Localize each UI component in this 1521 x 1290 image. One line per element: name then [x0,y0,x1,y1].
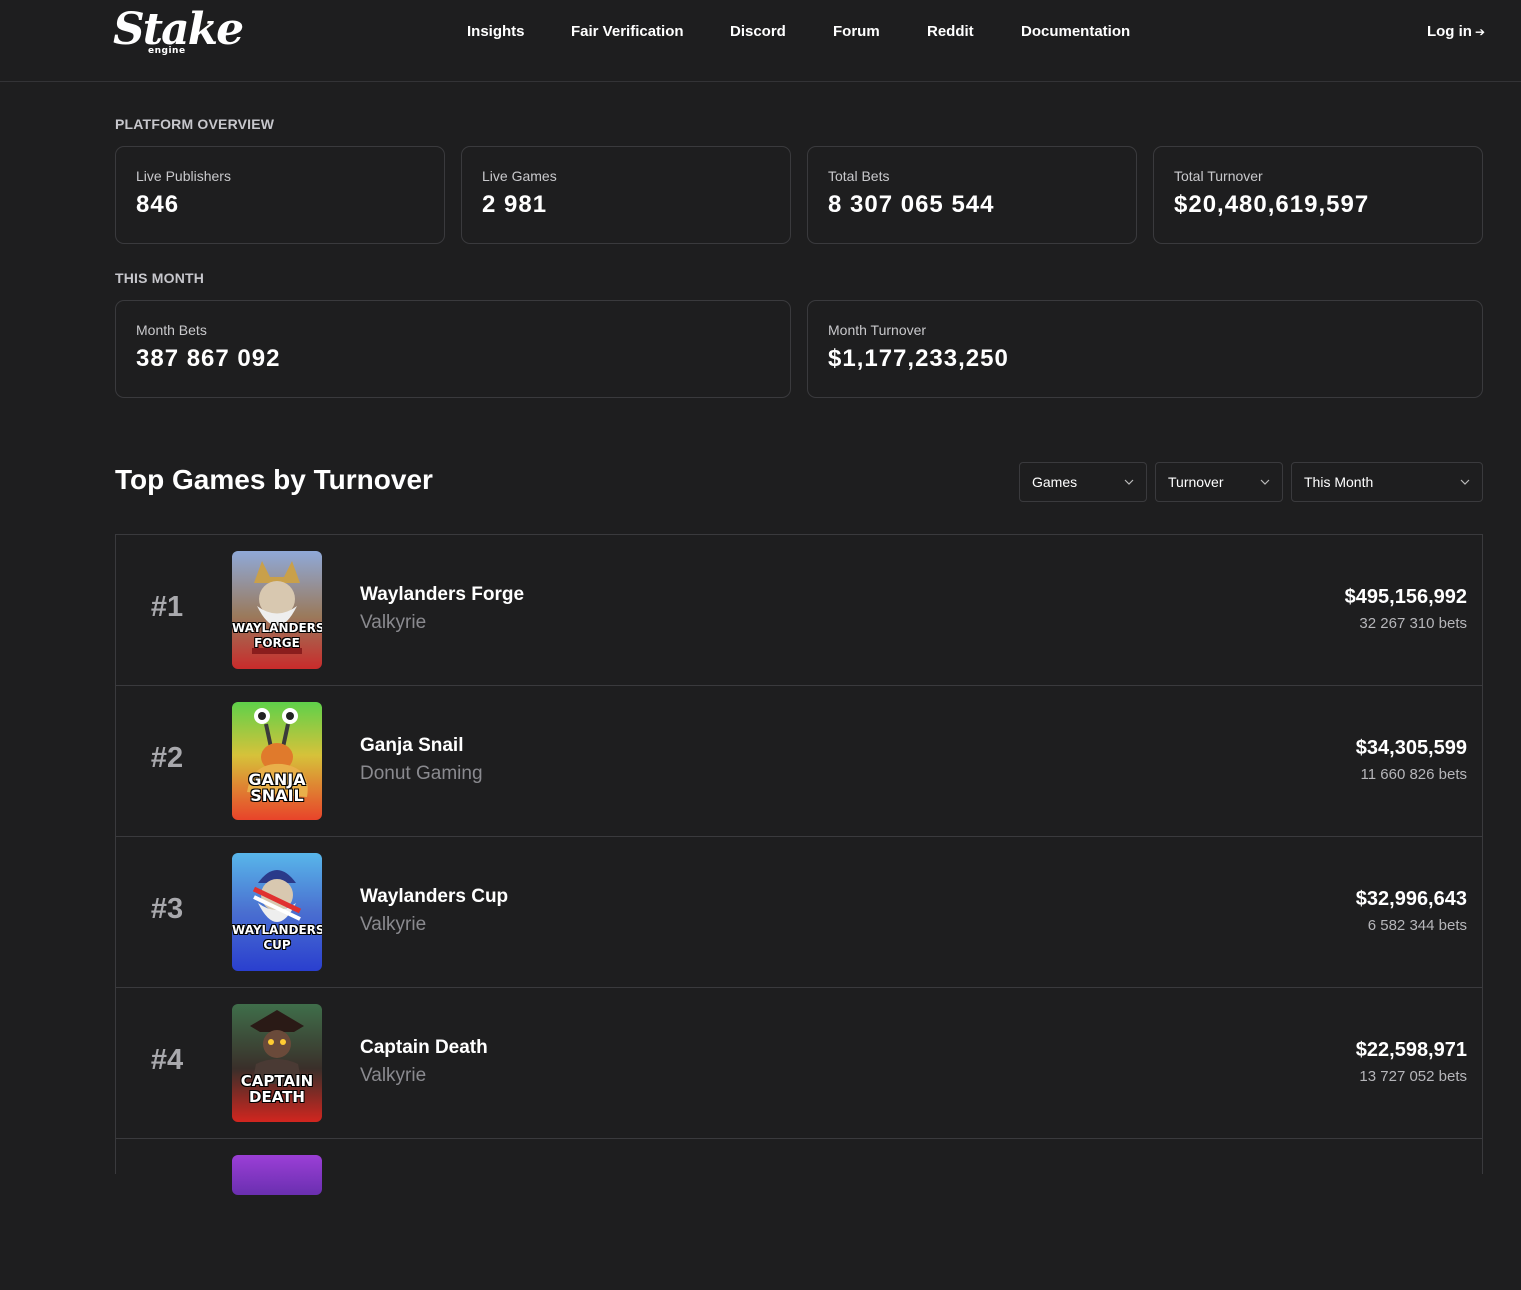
rank-number: #1 [150,591,184,623]
stat-label: Month Bets [136,322,207,338]
game-name[interactable]: Captain Death [360,1037,488,1059]
game-turnover: $32,996,643 [1355,888,1467,910]
category-select-value: Games [1032,474,1078,490]
top-games-heading: Top Games by Turnover [115,464,433,495]
this-month-title: THIS MONTH [115,270,205,286]
nav-reddit[interactable]: Reddit [927,23,974,40]
top-navbar: Stake engine Insights Fair Verification … [0,0,1521,82]
game-publisher[interactable]: Valkyrie [360,1065,426,1087]
stake-engine-logo[interactable]: Stake engine [113,8,244,60]
stat-label: Month Turnover [828,322,927,338]
game-turnover: $22,598,971 [1355,1039,1467,1061]
game-row-3[interactable]: #3 WAYLANDERS CUP Waylanders Cup Valkyri… [116,837,1482,988]
stat-card-total-turnover: Total Turnover $20,480,619,597 [1153,146,1483,244]
stat-card-month-turnover: Month Turnover $1,177,233,250 [807,300,1483,398]
category-select[interactable]: Games [1019,462,1147,502]
game-thumbnail[interactable] [232,1155,322,1195]
stat-value: $20,480,619,597 [1174,191,1370,218]
artwork-title-line1: WAYLANDERS [232,923,322,937]
logo-subtext: engine [148,46,186,56]
login-button[interactable]: Log in ➔ [1427,23,1485,40]
chevron-down-icon [1460,479,1470,485]
game-publisher[interactable]: Donut Gaming [360,763,483,785]
stat-value: 387 867 092 [136,345,281,372]
artwork-title-line2: CUP [263,938,291,952]
game-thumbnail[interactable]: GANJA SNAIL [232,702,322,820]
game-thumbnail[interactable]: WAYLANDERS CUP [232,853,322,971]
login-label: Log in [1426,23,1472,40]
nav-documentation[interactable]: Documentation [1021,23,1130,40]
game-row-4[interactable]: #4 CAPTAIN DEATH Captain Death Valkyrie … [116,988,1482,1139]
game-publisher[interactable]: Valkyrie [360,612,426,634]
game-row-1[interactable]: #1 WAYLANDERS FORGE Waylanders Forge Val… [116,535,1482,686]
chevron-down-icon [1124,479,1134,485]
nav-discord[interactable]: Discord [730,23,786,40]
artwork-title-line2: DEATH [249,1088,305,1106]
artwork-title-line1: WAYLANDERS [232,621,322,635]
stat-value: $1,177,233,250 [828,345,1009,372]
artwork-title-line1: CAPTAIN [240,1072,314,1090]
artwork-title-line2: SNAIL [250,786,304,805]
game-row-2[interactable]: #2 GANJA SNAIL Ganja Snail Donut Gaming … [116,686,1482,837]
game-thumbnail[interactable]: CAPTAIN DEATH [232,1004,322,1122]
chevron-down-icon [1260,479,1270,485]
game-bets-count: 6 582 344 bets [1367,917,1467,934]
nav-fair-verification[interactable]: Fair Verification [571,23,684,40]
stat-value: 8 307 065 544 [828,191,995,218]
game-publisher[interactable]: Valkyrie [360,914,426,936]
stat-card-live-games: Live Games 2 981 [461,146,791,244]
nav-insights[interactable]: Insights [467,23,525,40]
stat-card-live-publishers: Live Publishers 846 [115,146,445,244]
stat-label: Total Turnover [1174,168,1263,184]
stat-value: 2 981 [482,191,548,218]
game-turnover: $495,156,992 [1344,586,1467,608]
platform-overview-title: PLATFORM OVERVIEW [115,116,275,132]
game-name[interactable]: Waylanders Cup [360,886,508,908]
period-select-value: This Month [1304,474,1374,490]
game-artwork [232,853,322,971]
game-bets-count: 32 267 310 bets [1359,615,1467,632]
period-select[interactable]: This Month [1291,462,1483,502]
rank-number: #4 [150,1044,184,1076]
artwork-title-line2: FORGE [254,636,300,650]
metric-select[interactable]: Turnover [1155,462,1283,502]
stat-value: 846 [136,191,180,218]
game-thumbnail[interactable]: WAYLANDERS FORGE [232,551,322,669]
stat-label: Total Bets [828,168,890,184]
artwork-title-line1: GANJA [248,770,306,789]
nav-forum[interactable]: Forum [833,23,880,40]
stat-label: Live Games [482,168,557,184]
stat-card-month-bets: Month Bets 387 867 092 [115,300,791,398]
rank-number: #2 [150,742,184,774]
stat-card-total-bets: Total Bets 8 307 065 544 [807,146,1137,244]
game-turnover: $34,305,599 [1355,737,1467,759]
game-bets-count: 13 727 052 bets [1359,1068,1467,1085]
game-artwork [232,551,322,669]
top-games-list: #1 WAYLANDERS FORGE Waylanders Forge Val… [115,534,1483,1195]
stat-label: Live Publishers [136,168,231,184]
game-bets-count: 11 660 826 bets [1360,766,1467,783]
rank-number: #3 [150,893,184,925]
game-row-5[interactable] [116,1139,1482,1290]
game-name[interactable]: Waylanders Forge [360,584,524,606]
arrow-right-icon: ➔ [1474,25,1485,39]
game-name[interactable]: Ganja Snail [360,735,463,757]
metric-select-value: Turnover [1168,474,1224,490]
